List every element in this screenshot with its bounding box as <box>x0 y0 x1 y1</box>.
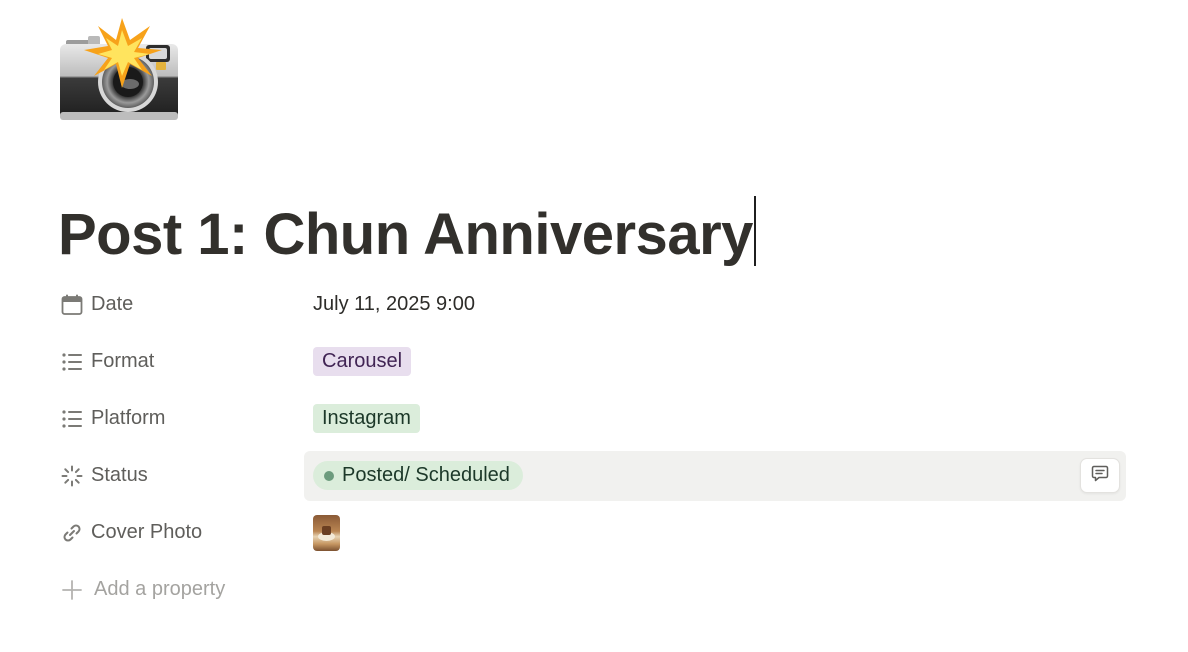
property-row-status: Status Posted/ Scheduled <box>56 447 1126 504</box>
property-name-status[interactable]: Status <box>56 458 304 494</box>
calendar-icon <box>60 293 84 317</box>
property-label: Format <box>91 350 155 372</box>
list-icon <box>60 350 84 374</box>
status-dot <box>324 470 334 481</box>
property-label: Platform <box>91 407 166 429</box>
page-title-text[interactable]: Post 1: Chun Anniversary <box>58 202 753 267</box>
link-icon <box>60 521 84 545</box>
property-label: Date <box>91 293 134 315</box>
property-row-cover-photo: Cover Photo <box>56 504 1126 561</box>
property-name-platform[interactable]: Platform <box>56 401 304 437</box>
property-label: Status <box>91 464 148 486</box>
text-caret <box>753 196 756 266</box>
property-value-cover-photo[interactable] <box>304 508 1126 558</box>
properties-list: Date July 11, 2025 9:00 Format Carousel … <box>56 276 1126 618</box>
camera-with-flash-icon[interactable] <box>58 18 180 124</box>
platform-tag: Instagram <box>313 404 420 433</box>
comment-button[interactable] <box>1080 457 1120 493</box>
add-property-row: Add a property <box>56 561 1126 618</box>
comment-icon <box>1091 464 1109 487</box>
add-property-button[interactable]: Add a property <box>56 572 225 608</box>
property-value-format[interactable]: Carousel <box>304 337 1126 387</box>
format-tag: Carousel <box>313 347 412 376</box>
property-row-format: Format Carousel <box>56 333 1126 390</box>
add-property-label: Add a property <box>94 578 226 600</box>
status-pill: Posted/ Scheduled <box>313 461 523 490</box>
status-label: Posted/ Scheduled <box>342 464 510 486</box>
property-value-date[interactable]: July 11, 2025 9:00 <box>304 280 1126 330</box>
cover-photo-thumbnail[interactable] <box>313 514 340 551</box>
property-name-cover-photo[interactable]: Cover Photo <box>56 515 304 551</box>
property-row-platform: Platform Instagram <box>56 390 1126 447</box>
plus-icon <box>60 578 84 602</box>
property-name-date[interactable]: Date <box>56 287 304 323</box>
page: Post 1: Chun Anniversary Date July 11, 2… <box>0 0 1188 652</box>
list-icon <box>60 407 84 431</box>
thumbnail-cake <box>322 525 331 535</box>
page-title[interactable]: Post 1: Chun Anniversary <box>58 196 756 271</box>
date-value: July 11, 2025 9:00 <box>313 293 475 315</box>
status-icon <box>60 464 84 488</box>
property-name-format[interactable]: Format <box>56 344 304 380</box>
property-value-status[interactable]: Posted/ Scheduled <box>304 450 1126 501</box>
property-row-date: Date July 11, 2025 9:00 <box>56 276 1126 333</box>
property-label: Cover Photo <box>91 521 203 543</box>
property-value-platform[interactable]: Instagram <box>304 394 1126 444</box>
